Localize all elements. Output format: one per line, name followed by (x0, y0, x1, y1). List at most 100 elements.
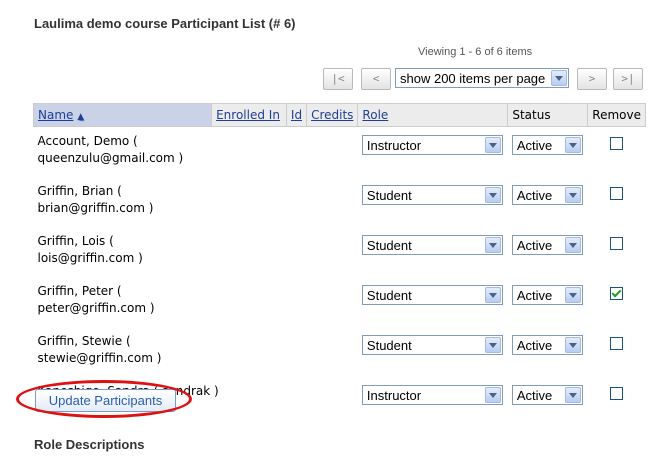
table-row: Griffin, Stewie ( stewie@griffin.com ) Stu… (34, 327, 646, 377)
items-per-page-select[interactable]: show 200 items per page (395, 68, 569, 88)
table-row: Griffin, Brian ( brian@griffin.com ) Stude… (34, 177, 646, 227)
chevron-down-icon (564, 137, 581, 153)
status-value: Active (516, 238, 553, 253)
chevron-down-icon (564, 187, 581, 203)
role-select[interactable]: Student (361, 235, 503, 255)
remove-checkbox[interactable] (609, 337, 623, 350)
remove-cell (588, 377, 646, 427)
sort-ascending-icon: ▲̲ (77, 112, 85, 122)
items-per-page-value: show 200 items per page (400, 71, 546, 86)
participant-name: Griffin, Lois ( (37, 234, 114, 248)
chevron-down-icon (484, 187, 501, 203)
status-cell: Active (508, 327, 588, 377)
chevron-down-icon (551, 70, 567, 86)
table-row: Griffin, Peter (peter@griffin.com ) Stude… (34, 277, 646, 327)
role-value: Instructor (366, 138, 422, 153)
participant-name-cell: Griffin, Stewie ( stewie@griffin.com ) (34, 327, 358, 377)
role-cell: Student (358, 277, 508, 327)
chevron-down-icon (484, 287, 501, 303)
remove-cell (588, 227, 646, 277)
remove-checkbox[interactable] (609, 187, 623, 200)
chevron-down-icon (564, 287, 581, 303)
role-select[interactable]: Instructor (361, 135, 503, 155)
chevron-down-icon (484, 387, 501, 403)
status-value: Active (516, 338, 553, 353)
remove-cell (588, 327, 646, 377)
chevron-down-icon (564, 387, 581, 403)
role-value: Instructor (366, 388, 422, 403)
status-cell: Active (508, 177, 588, 227)
role-select[interactable]: Student (361, 185, 503, 205)
chevron-down-icon (484, 337, 501, 353)
role-value: Student (366, 338, 412, 353)
column-header-status: Status (507, 103, 589, 127)
role-select[interactable]: Instructor (361, 385, 503, 405)
viewing-count: Viewing 1 - 6 of 6 items (418, 46, 533, 58)
status-value: Active (516, 188, 553, 203)
role-value: Student (366, 188, 412, 203)
status-select[interactable]: Active (511, 385, 583, 405)
chevron-down-icon (564, 237, 581, 253)
sort-by-id-link[interactable]: Id (291, 108, 302, 122)
status-select[interactable]: Active (511, 335, 583, 355)
chevron-down-icon (564, 337, 581, 353)
next-page-button[interactable]: > (577, 68, 607, 90)
table-row: Account, Demo (queenzulu@gmail.com ) Inst… (34, 127, 646, 178)
role-select[interactable]: Student (361, 285, 503, 305)
remove-cell (588, 177, 646, 227)
remove-cell (588, 277, 646, 327)
role-value: Student (366, 288, 412, 303)
status-select[interactable]: Active (511, 235, 583, 255)
column-header-role[interactable]: Role (357, 103, 509, 127)
participant-name: Griffin, Peter ( (37, 284, 122, 298)
sort-by-credits-link[interactable]: Credits (311, 108, 353, 122)
participant-name-cell: Account, Demo (queenzulu@gmail.com ) (34, 127, 358, 178)
remove-cell (588, 127, 646, 178)
sort-by-name-link[interactable]: Name (38, 108, 73, 122)
participant-email: stewie@griffin.com ) (37, 351, 162, 365)
column-header-credits[interactable]: Credits (306, 103, 359, 127)
participant-name-cell: Griffin, Brian ( brian@griffin.com ) (34, 177, 358, 227)
remove-checkbox[interactable] (609, 287, 623, 300)
participant-name-cell: Griffin, Peter (peter@griffin.com ) (34, 277, 358, 327)
column-header-enrolled-in[interactable]: Enrolled In (211, 103, 287, 127)
role-select[interactable]: Student (361, 335, 503, 355)
role-descriptions-heading: Role Descriptions (34, 437, 145, 452)
status-cell: Active (508, 277, 588, 327)
sort-by-role-link[interactable]: Role (362, 108, 388, 122)
highlight-circle (16, 380, 192, 418)
column-header-id[interactable]: Id (285, 103, 308, 127)
role-cell: Student (358, 327, 508, 377)
participant-table: Name ▲̲ Enrolled In Id Credits Role Stat… (32, 103, 646, 427)
status-select[interactable]: Active (511, 185, 583, 205)
prev-page-button[interactable]: < (361, 68, 391, 90)
participant-name: Griffin, Stewie ( (37, 334, 131, 348)
status-select[interactable]: Active (511, 285, 583, 305)
participant-email: brian@griffin.com ) (37, 201, 154, 215)
last-page-button[interactable]: >| (613, 68, 643, 90)
remove-checkbox[interactable] (609, 137, 623, 150)
table-row: Griffin, Lois ( lois@griffin.com ) Student… (34, 227, 646, 277)
participant-name: Griffin, Brian ( (37, 184, 122, 198)
status-cell: Active (508, 127, 588, 178)
table-header-row: Name ▲̲ Enrolled In Id Credits Role Stat… (32, 103, 646, 127)
status-cell: Active (508, 227, 588, 277)
column-header-name[interactable]: Name ▲̲ (32, 103, 213, 127)
participant-email: lois@griffin.com ) (37, 251, 143, 265)
status-cell: Active (508, 377, 588, 427)
status-value: Active (516, 288, 553, 303)
page-title: Laulima demo course Participant List (# … (34, 16, 296, 31)
status-select[interactable]: Active (511, 135, 583, 155)
chevron-down-icon (484, 137, 501, 153)
remove-checkbox[interactable] (609, 387, 623, 400)
role-cell: Instructor (358, 127, 508, 178)
participant-name: Account, Demo ( (37, 134, 138, 148)
remove-checkbox[interactable] (609, 237, 623, 250)
first-page-button[interactable]: |< (323, 68, 353, 90)
column-header-remove: Remove (587, 103, 646, 127)
participant-name-cell: Griffin, Lois ( lois@griffin.com ) (34, 227, 358, 277)
sort-by-enrolled-link[interactable]: Enrolled In (216, 108, 280, 122)
role-cell: Instructor (358, 377, 508, 427)
status-value: Active (516, 138, 553, 153)
chevron-down-icon (484, 237, 501, 253)
